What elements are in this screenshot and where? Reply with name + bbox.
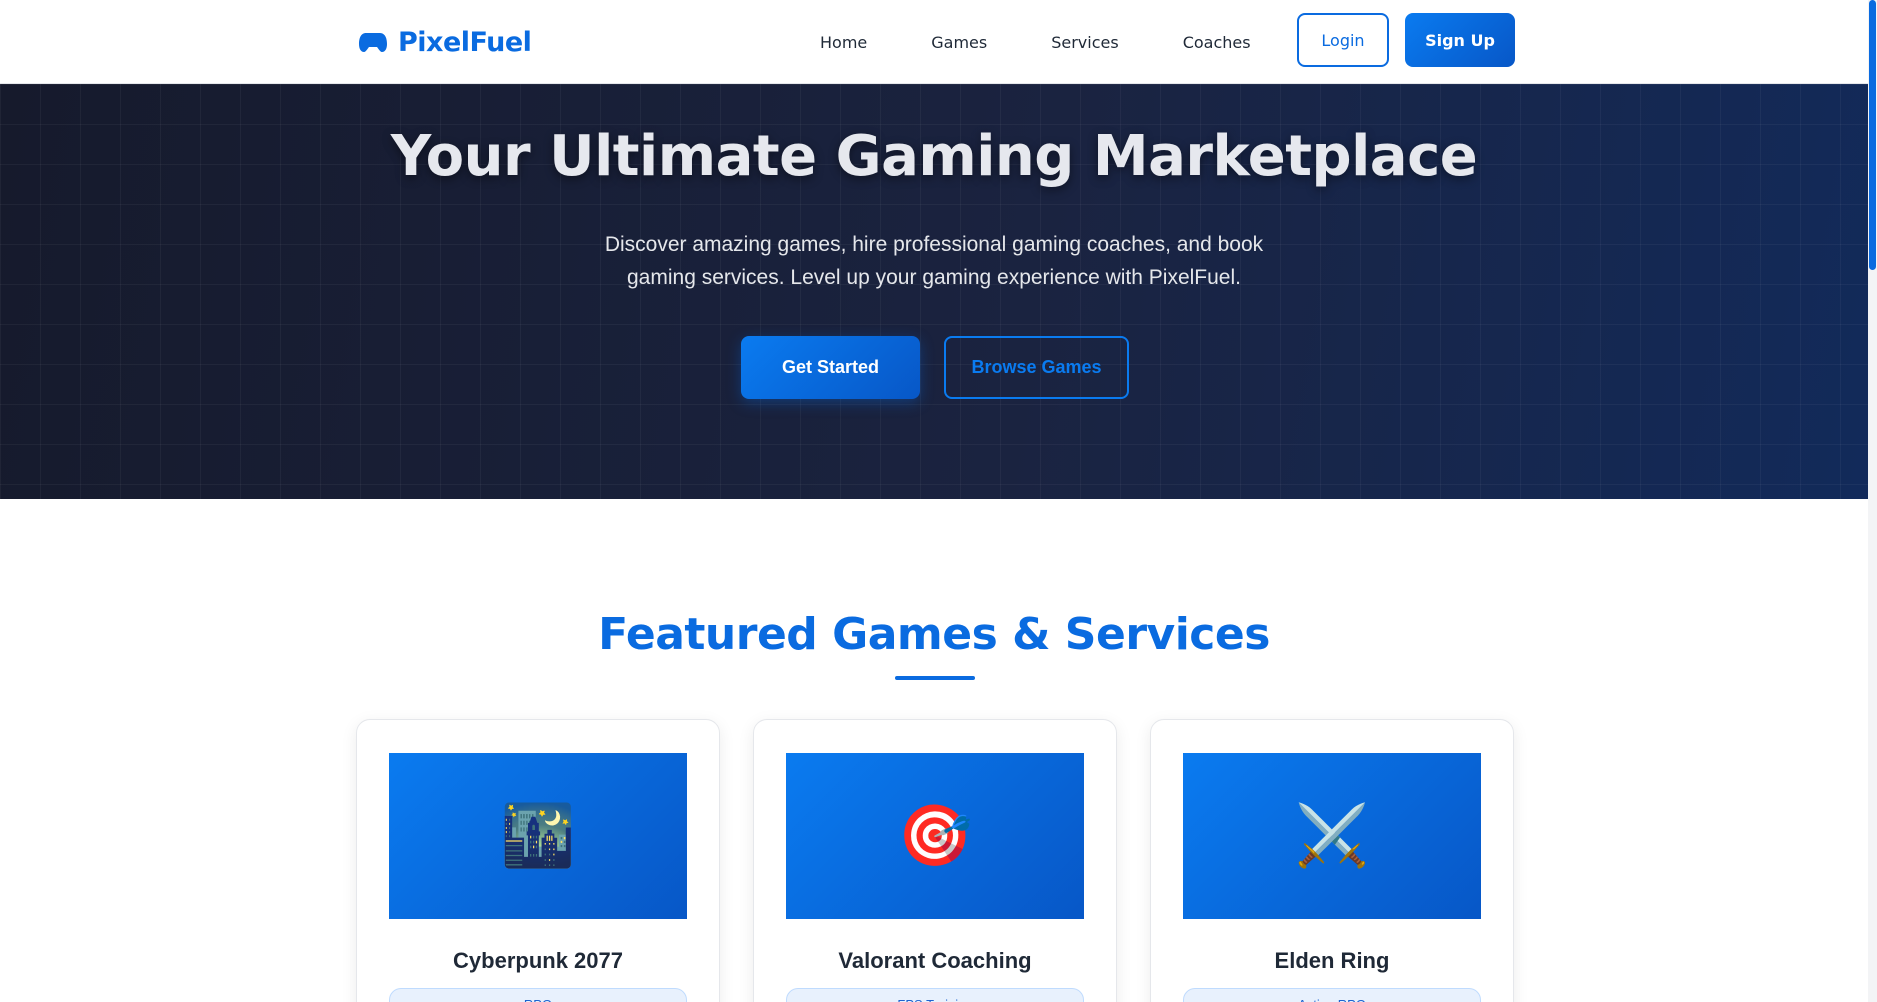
target-icon: 🎯 <box>897 801 973 871</box>
card-title: Elden Ring <box>1274 948 1390 973</box>
night-city-icon: 🌃 <box>500 801 576 871</box>
brand-name: PixelFuel <box>398 26 532 58</box>
featured-card-valorant-coaching[interactable]: 🎯 Valorant Coaching FPS Training <box>753 719 1117 1002</box>
featured-card-cyberpunk[interactable]: 🌃 Cyberpunk 2077 RPG <box>356 719 720 1002</box>
hero-section: Your Ultimate Gaming Marketplace Discove… <box>0 84 1868 499</box>
page-scrollbar[interactable] <box>1868 0 1877 1002</box>
card-media: ⚔️ <box>1183 753 1481 919</box>
featured-section-title: Featured Games & Services <box>598 609 1270 660</box>
featured-card-elden-ring[interactable]: ⚔️ Elden Ring Action RPG <box>1150 719 1514 1002</box>
gamepad-icon <box>359 33 387 52</box>
card-category-tag: Action RPG <box>1183 988 1481 1002</box>
card-media: 🌃 <box>389 753 687 919</box>
nav-link-coaches[interactable]: Coaches <box>1183 33 1251 52</box>
card-category-tag: FPS Training <box>786 988 1084 1002</box>
nav-link-home[interactable]: Home <box>820 33 867 52</box>
browse-games-button[interactable]: Browse Games <box>944 336 1129 399</box>
nav-link-services[interactable]: Services <box>1051 33 1118 52</box>
card-category-tag: RPG <box>389 988 687 1002</box>
signup-button[interactable]: Sign Up <box>1405 13 1515 67</box>
card-title: Valorant Coaching <box>838 948 1032 973</box>
brand-logo-link[interactable]: PixelFuel <box>358 22 532 62</box>
hero-title: Your Ultimate Gaming Marketplace <box>390 124 1478 189</box>
login-button[interactable]: Login <box>1297 13 1389 67</box>
main-nav: Home Games Services Coaches <box>820 26 1251 58</box>
hero-subtitle: Discover amazing games, hire professiona… <box>604 233 1264 289</box>
card-title: Cyberpunk 2077 <box>453 948 623 973</box>
nav-link-games[interactable]: Games <box>931 33 987 52</box>
get-started-button[interactable]: Get Started <box>741 336 920 399</box>
navbar: PixelFuel Home Games Services Coaches Lo… <box>0 0 1868 84</box>
card-media: 🎯 <box>786 753 1084 919</box>
section-title-underline <box>895 676 975 680</box>
crossed-swords-icon: ⚔️ <box>1294 801 1370 871</box>
scrollbar-thumb[interactable] <box>1869 0 1876 270</box>
